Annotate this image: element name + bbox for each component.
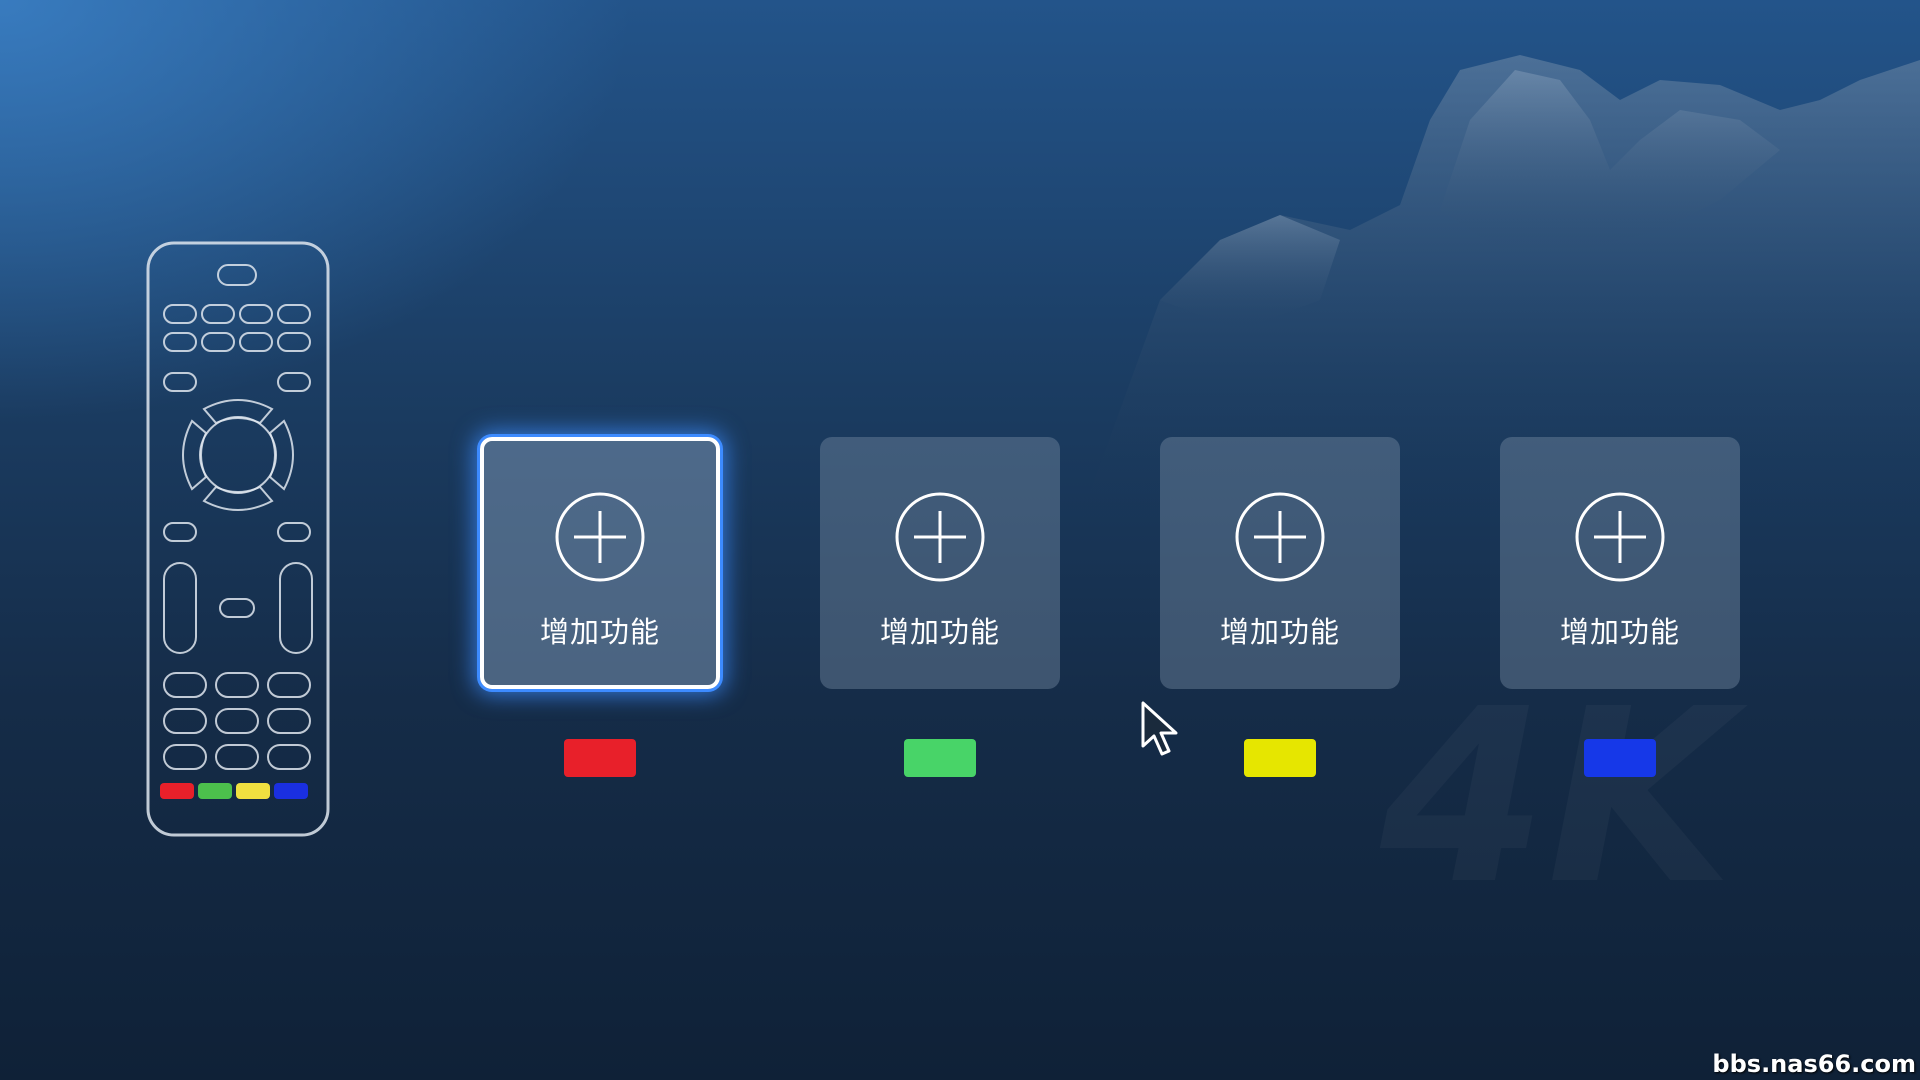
function-slot: 增加功能 <box>480 437 720 777</box>
yellow-key-indicator <box>1244 739 1316 777</box>
plus-circle-icon <box>1575 492 1665 582</box>
remote-color-key <box>274 783 308 799</box>
remote-color-key <box>160 783 194 799</box>
add-function-label: 增加功能 <box>539 615 660 649</box>
plus-circle-icon <box>895 492 985 582</box>
remote-color-key <box>198 783 232 799</box>
plus-circle-icon <box>1235 492 1325 582</box>
site-watermark: bbs.nas66.com <box>1712 1050 1916 1078</box>
mouse-cursor-icon <box>1141 701 1178 756</box>
function-slot: 增加功能 <box>1500 437 1740 777</box>
add-function-button[interactable]: 增加功能 <box>1160 437 1400 689</box>
remote-color-keys <box>160 783 308 799</box>
remote-color-key <box>236 783 270 799</box>
function-slot: 增加功能 <box>820 437 1060 777</box>
function-slot: 增加功能 <box>1160 437 1400 777</box>
add-function-button[interactable]: 增加功能 <box>820 437 1060 689</box>
add-function-label: 增加功能 <box>1219 615 1340 649</box>
blue-key-indicator <box>1584 739 1656 777</box>
red-key-indicator <box>564 739 636 777</box>
remote-control-icon <box>146 241 330 837</box>
add-function-label: 增加功能 <box>1559 615 1680 649</box>
add-function-button[interactable]: 增加功能 <box>480 437 720 689</box>
mountain-backdrop <box>1080 55 1920 520</box>
add-function-label: 增加功能 <box>879 615 1000 649</box>
add-function-button[interactable]: 增加功能 <box>1500 437 1740 689</box>
green-key-indicator <box>904 739 976 777</box>
plus-circle-icon <box>555 492 645 582</box>
